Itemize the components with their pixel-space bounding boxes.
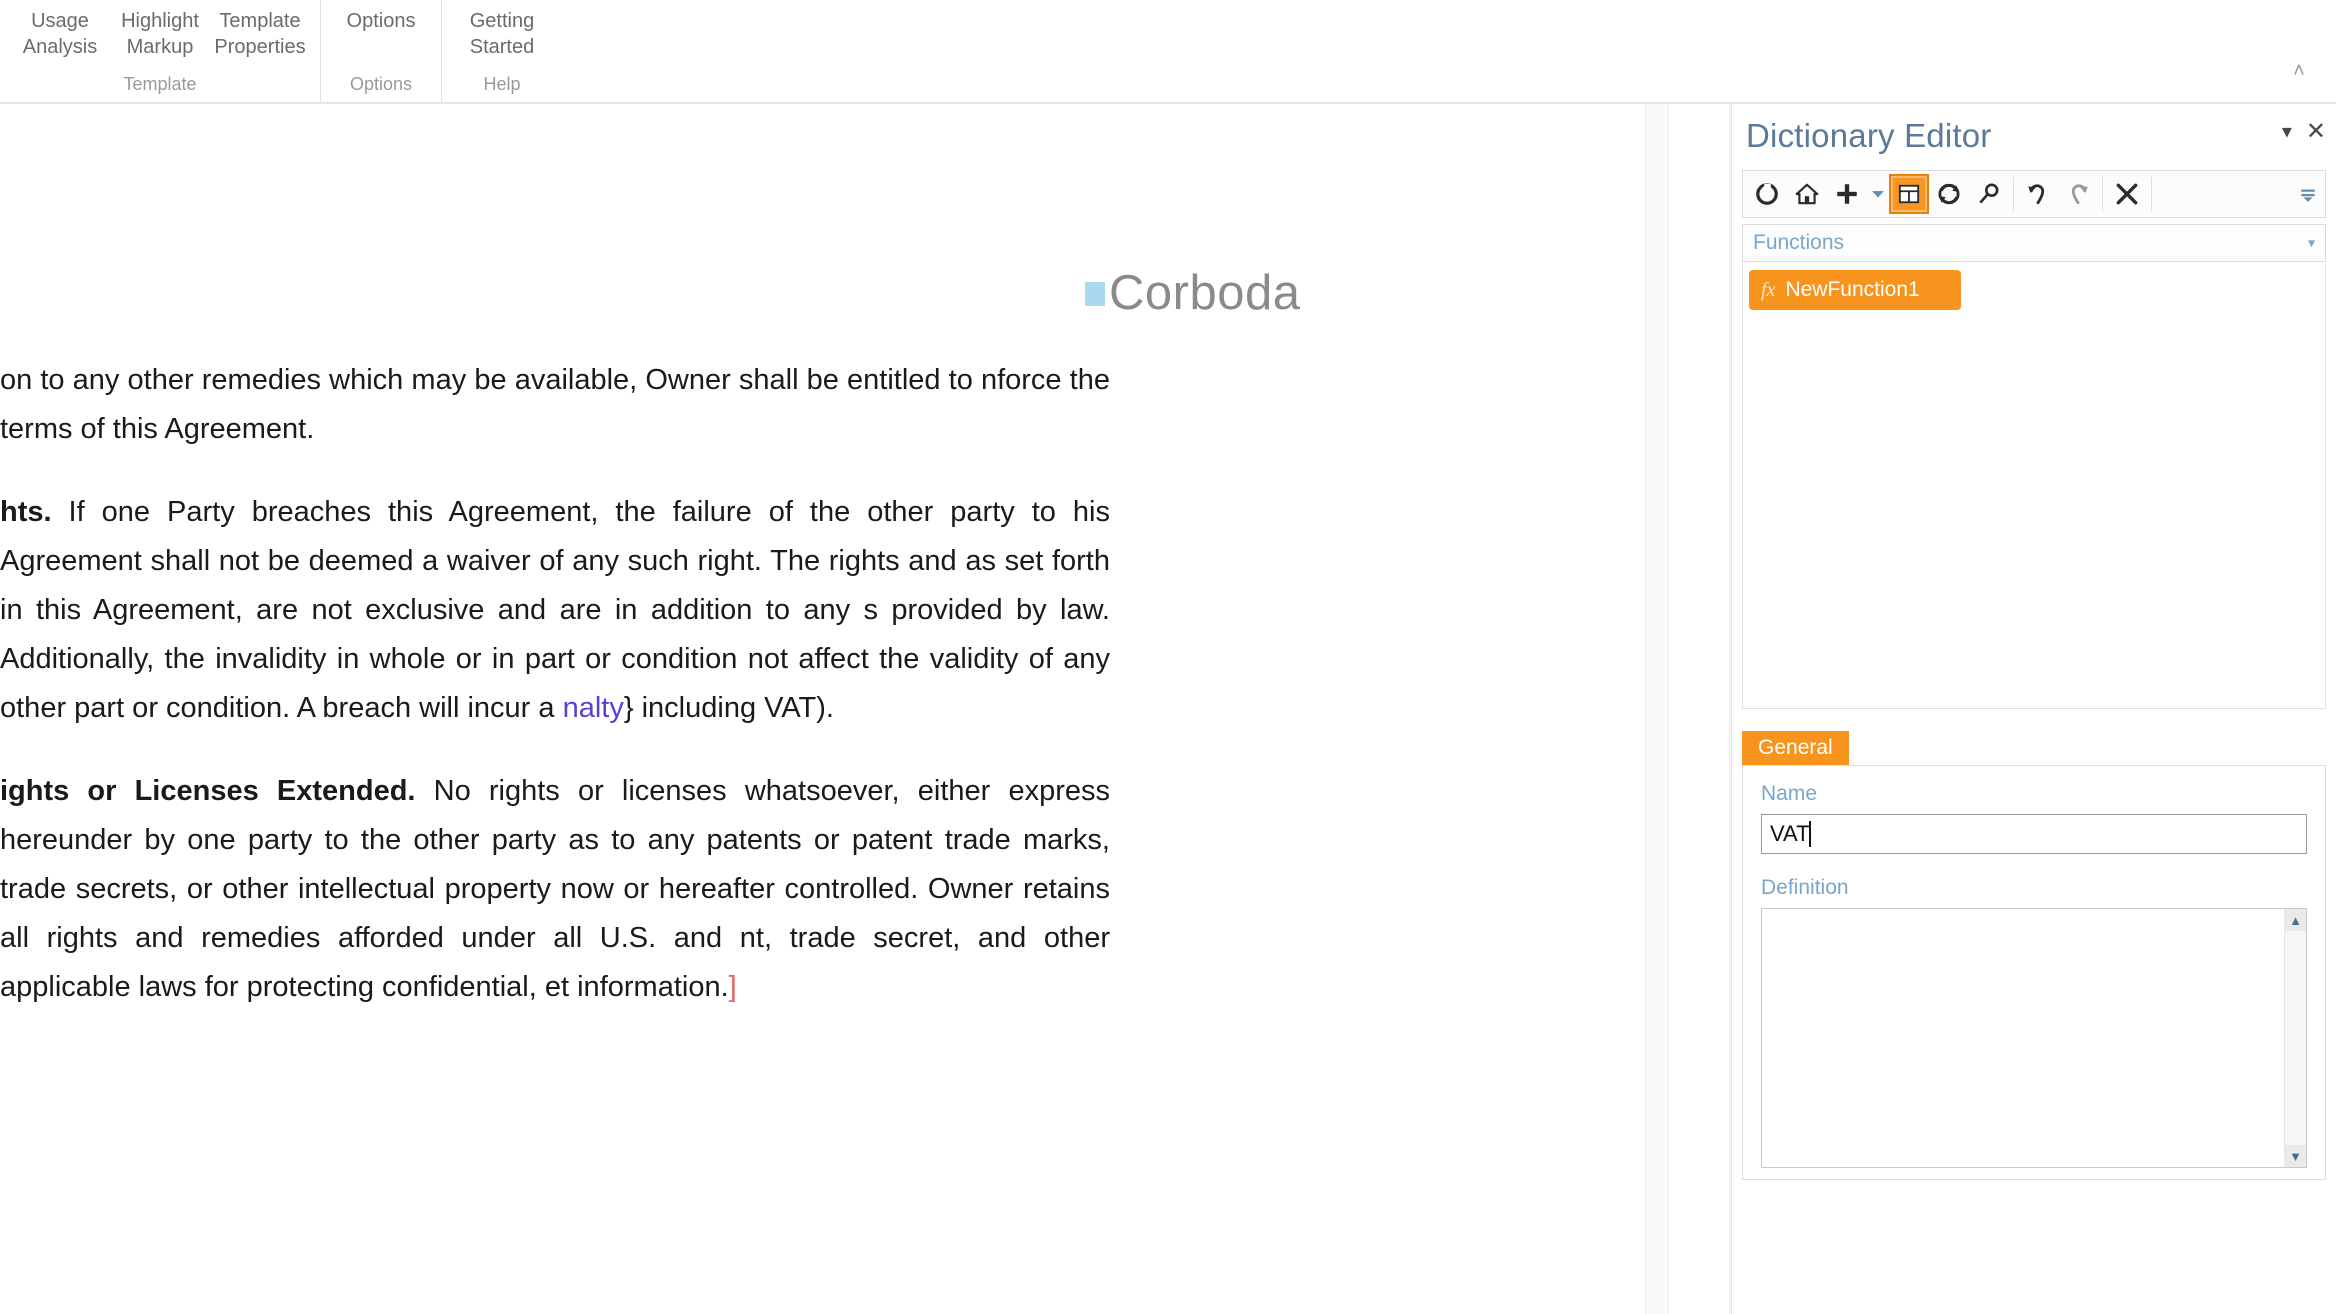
property-tabstrip: General [1742,731,2326,765]
doc-run: } including VAT). [623,692,834,724]
ribbon-button-usage-analysis-line1: Usage [31,10,89,32]
ribbon-collapse-icon[interactable]: ˄ [2286,58,2312,84]
name-input-wrap [1761,814,2307,854]
doc-run: on to any other remedies which may be av… [0,364,981,396]
scroll-up-icon[interactable]: ▲ [2285,909,2306,931]
toolbar-separator [2151,177,2152,211]
document-paragraph-licenses: ights or Licenses Extended. No rights or… [0,767,1110,1012]
document-gutter-inner [1668,104,1730,1314]
overflow-menu-icon[interactable] [2295,174,2321,214]
toolbar-separator [2102,177,2103,211]
doc-run-bold: hts. [0,496,52,528]
ribbon-group-label-options: Options [349,74,413,94]
document-paragraph-rights: hts. If one Party breaches this Agreemen… [0,488,1110,733]
doc-run-bold: ights or Licenses Extended. [0,775,416,807]
table-view-icon[interactable] [1889,174,1929,214]
doc-field-token-penalty[interactable]: nalty [563,692,624,724]
dictionary-editor-header-buttons: ▾ ✕ [2282,120,2326,144]
ribbon-button-getting-started[interactable]: Getting Started [452,6,552,62]
redo-icon[interactable] [2058,174,2098,214]
document-paragraph-remedies: on to any other remedies which may be av… [0,356,1110,454]
doc-run: hereunder by one party to the other part… [0,824,945,856]
definition-field-label: Definition [1761,876,1849,899]
fx-icon: fx [1761,279,1776,301]
add-dropdown-icon[interactable] [1867,174,1889,214]
home-icon[interactable] [1787,174,1827,214]
document-page[interactable]: Corboda on to any other remedies which m… [0,104,1645,1314]
scroll-down-icon[interactable]: ▼ [2285,1145,2306,1167]
workspace: Corboda on to any other remedies which m… [0,104,2336,1314]
list-item-newfunction1[interactable]: fx NewFunction1 [1749,270,1961,310]
ribbon-group-label-help: Help [483,74,521,94]
ribbon-button-options-line1: Options [346,10,416,32]
dictionary-editor-panel: Dictionary Editor ▾ ✕ Functions ▾ fx New… [1731,104,2336,1314]
ribbon-group-help-items: Getting Started [442,0,562,73]
ribbon-toolbar: Usage Analysis Highlight Markup Template… [0,0,2336,104]
doc-run: et information. [544,971,729,1003]
definition-textarea-wrap: ▲ ▼ [1761,908,2307,1168]
general-tab-pane: Name Definition ▲ ▼ [1742,765,2326,1180]
dictionary-editor-title: Dictionary Editor [1746,117,1992,154]
field-spacer [1761,854,2307,876]
ribbon-button-usage-analysis-line2: Analysis [22,36,98,58]
delete-icon[interactable] [2107,174,2147,214]
ribbon-button-template-properties-line2: Properties [214,36,306,58]
ribbon-group-options-items: Options [321,0,441,73]
ribbon-group-help: Getting Started Help [441,0,562,102]
ribbon-group-label-template: Template [123,74,197,94]
ribbon-button-template-properties[interactable]: Template Properties [210,6,310,62]
back-icon[interactable] [1747,174,1787,214]
add-icon[interactable] [1827,174,1867,214]
refresh-icon[interactable] [1929,174,1969,214]
definition-textarea[interactable] [1762,909,2284,1167]
ribbon-group-template: Usage Analysis Highlight Markup Template… [0,0,320,102]
list-item-label: NewFunction1 [1785,278,1920,301]
chevron-down-icon: ▾ [2307,234,2315,251]
category-combo-value: Functions [1753,231,1845,254]
search-icon[interactable] [1969,174,2009,214]
ribbon-groups: Usage Analysis Highlight Markup Template… [0,0,562,102]
ribbon-button-getting-started-line1: Getting [469,10,535,32]
document-body: on to any other remedies which may be av… [0,356,1110,1012]
panel-dropdown-icon[interactable]: ▾ [2282,122,2292,142]
ribbon-button-template-properties-line1: Template [219,10,301,32]
application-window: Usage Analysis Highlight Markup Template… [0,0,2336,1314]
name-input[interactable] [1761,814,2307,854]
ribbon-button-highlight-markup-line2: Markup [126,36,194,58]
dictionary-editor-header: Dictionary Editor ▾ ✕ [1732,104,2336,170]
corboda-logo: Corboda [1085,269,1300,318]
ribbon-group-options: Options Options [320,0,441,102]
panel-close-icon[interactable]: ✕ [2306,120,2326,144]
doc-run: No rights or licenses whatsoever, either… [415,775,1111,807]
ribbon-button-highlight-markup-line1: Highlight [121,10,199,32]
functions-list[interactable]: fx NewFunction1 [1742,264,2326,709]
ribbon-button-usage-analysis[interactable]: Usage Analysis [10,6,110,62]
tab-general[interactable]: General [1742,731,1849,765]
text-caret [1809,821,1811,847]
document-gutter [1645,104,1730,1314]
ribbon-button-getting-started-line2: Started [469,36,535,58]
ribbon-button-highlight-markup[interactable]: Highlight Markup [110,6,210,62]
corboda-logo-square-icon [1085,281,1105,306]
dictionary-editor-toolbar [1742,170,2326,218]
name-field-label: Name [1761,782,1818,805]
corboda-logo-wordmark: Corboda [1109,266,1301,320]
definition-scrollbar[interactable]: ▲ ▼ [2284,909,2306,1167]
category-combo[interactable]: Functions ▾ [1742,224,2326,262]
ribbon-group-template-items: Usage Analysis Highlight Markup Template… [0,0,320,73]
ribbon-button-options[interactable]: Options [331,6,431,36]
toolbar-separator [2013,177,2014,211]
doc-run: If one Party breaches this Agreement, th… [51,496,1073,528]
doc-markup-bracket-close: ] [728,971,737,1003]
undo-icon[interactable] [2018,174,2058,214]
